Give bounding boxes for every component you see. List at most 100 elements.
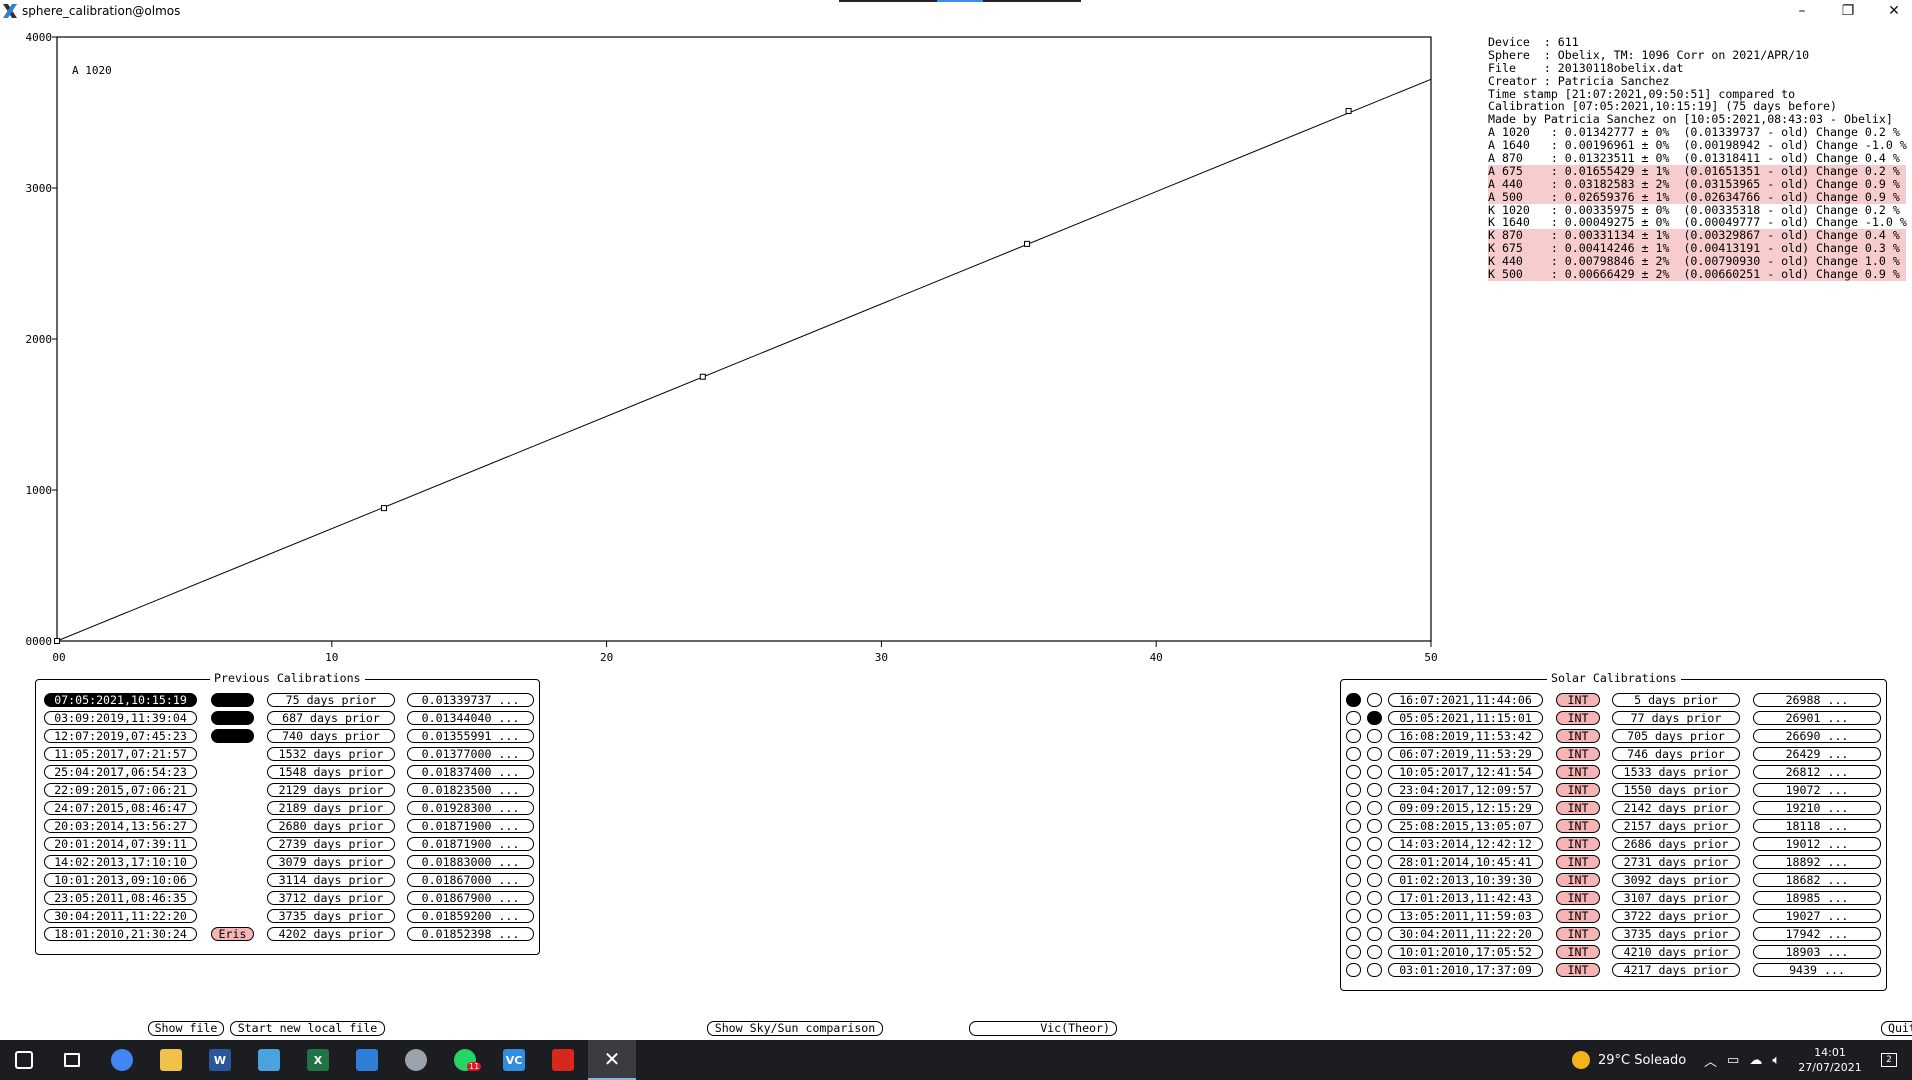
task-view-icon[interactable]	[48, 1040, 96, 1080]
solar-calibration-value[interactable]: 19072 ...	[1753, 783, 1881, 797]
solar-select-b-radio[interactable]	[1367, 927, 1382, 941]
system-tray[interactable]: ︿ ▭ ☁ 🔈︎	[1704, 1040, 1780, 1080]
previous-calibration-tag[interactable]: Eris	[211, 927, 254, 941]
solar-select-b-radio[interactable]	[1367, 747, 1382, 761]
solar-calibration-type[interactable]: INT	[1556, 819, 1600, 833]
solar-calibration-date[interactable]: 06:07:2019,11:53:29	[1388, 747, 1543, 761]
solar-select-a-radio[interactable]	[1346, 747, 1361, 761]
previous-calibration-value[interactable]: 0.01871900 ...	[407, 837, 534, 851]
solar-calibration-date[interactable]: 10:05:2017,12:41:54	[1388, 765, 1543, 779]
solar-calibration-type[interactable]: INT	[1556, 837, 1600, 851]
solar-select-a-radio[interactable]	[1346, 693, 1361, 707]
solar-select-a-radio[interactable]	[1346, 909, 1361, 923]
previous-calibration-value[interactable]: 0.01852398 ...	[407, 927, 534, 941]
cloud-icon[interactable]: ☁	[1749, 1053, 1762, 1068]
solar-calibration-date[interactable]: 03:01:2010,17:37:09	[1388, 963, 1543, 977]
solar-select-b-radio[interactable]	[1367, 801, 1382, 815]
solar-calibration-type[interactable]: INT	[1556, 783, 1600, 797]
solar-select-b-radio[interactable]	[1367, 819, 1382, 833]
solar-select-b-radio[interactable]	[1367, 945, 1382, 959]
image-app-icon[interactable]	[245, 1040, 293, 1080]
solar-calibration-type[interactable]: INT	[1556, 855, 1600, 869]
close-button[interactable]: ✕	[1872, 0, 1912, 22]
previous-calibration-value[interactable]: 0.01867900 ...	[407, 891, 534, 905]
previous-calibration-value[interactable]: 0.01377000 ...	[407, 747, 534, 761]
volume-icon[interactable]: 🔈︎	[1772, 1053, 1780, 1068]
solar-select-a-radio[interactable]	[1346, 855, 1361, 869]
start-new-local-file-button[interactable]: Start new local file	[230, 1021, 385, 1036]
previous-calibration-value[interactable]: 0.01859200 ...	[407, 909, 534, 923]
solar-select-b-radio[interactable]	[1367, 693, 1382, 707]
solar-calibration-value[interactable]: 18985 ...	[1753, 891, 1881, 905]
solar-select-a-radio[interactable]	[1346, 729, 1361, 743]
solar-calibration-value[interactable]: 26812 ...	[1753, 765, 1881, 779]
previous-calibration-date[interactable]: 12:07:2019,07:45:23	[44, 729, 197, 743]
solar-select-a-radio[interactable]	[1346, 765, 1361, 779]
solar-select-a-radio[interactable]	[1346, 711, 1361, 725]
solar-select-b-radio[interactable]	[1367, 765, 1382, 779]
previous-calibration-date[interactable]: 23:05:2011,08:46:35	[44, 891, 197, 905]
start-icon[interactable]	[0, 1040, 48, 1080]
previous-calibration-date[interactable]: 03:09:2019,11:39:04	[44, 711, 197, 725]
solar-calibration-value[interactable]: 19210 ...	[1753, 801, 1881, 815]
excel-icon[interactable]: X	[294, 1040, 342, 1080]
previous-calibration-date[interactable]: 25:04:2017,06:54:23	[44, 765, 197, 779]
chrome-icon[interactable]	[98, 1040, 146, 1080]
solar-calibration-date[interactable]: 28:01:2014,10:45:41	[1388, 855, 1543, 869]
solar-select-a-radio[interactable]	[1346, 963, 1361, 977]
solar-calibration-date[interactable]: 09:09:2015,12:15:29	[1388, 801, 1543, 815]
solar-calibration-value[interactable]: 18682 ...	[1753, 873, 1881, 887]
solar-select-b-radio[interactable]	[1367, 783, 1382, 797]
solar-select-a-radio[interactable]	[1346, 819, 1361, 833]
acrobat-icon[interactable]	[539, 1040, 587, 1080]
solar-select-a-radio[interactable]	[1346, 873, 1361, 887]
solar-calibration-value[interactable]: 26901 ...	[1753, 711, 1881, 725]
solar-calibration-date[interactable]: 13:05:2011,11:59:03	[1388, 909, 1543, 923]
previous-calibration-date[interactable]: 11:05:2017,07:21:57	[44, 747, 197, 761]
previous-calibration-value[interactable]: 0.01837400 ...	[407, 765, 534, 779]
solar-select-a-radio[interactable]	[1346, 945, 1361, 959]
solar-calibration-type[interactable]: INT	[1556, 963, 1600, 977]
solar-calibration-value[interactable]: 26690 ...	[1753, 729, 1881, 743]
weather-widget[interactable]: 29°C Soleado	[1572, 1040, 1686, 1080]
previous-calibration-value[interactable]: 0.01355991 ...	[407, 729, 534, 743]
clock[interactable]: 14:01 27/07/2021	[1798, 1040, 1862, 1080]
solar-calibration-type[interactable]: INT	[1556, 729, 1600, 743]
solar-calibration-date[interactable]: 10:01:2010,17:05:52	[1388, 945, 1543, 959]
solar-calibration-date[interactable]: 17:01:2013,11:42:43	[1388, 891, 1543, 905]
solar-calibration-date[interactable]: 01:02:2013,10:39:30	[1388, 873, 1543, 887]
file-explorer-icon[interactable]	[147, 1040, 195, 1080]
solar-select-b-radio[interactable]	[1367, 855, 1382, 869]
previous-calibration-date[interactable]: 24:07:2015,08:46:47	[44, 801, 197, 815]
previous-calibration-date[interactable]: 07:05:2021,10:15:19	[44, 693, 197, 707]
solar-calibration-date[interactable]: 30:04:2011,11:22:20	[1388, 927, 1543, 941]
previous-calibration-date[interactable]: 20:03:2014,13:56:27	[44, 819, 197, 833]
previous-calibration-tag[interactable]	[211, 711, 254, 725]
solar-calibration-type[interactable]: INT	[1556, 873, 1600, 887]
solar-calibration-value[interactable]: 26988 ...	[1753, 693, 1881, 707]
solar-select-a-radio[interactable]	[1346, 837, 1361, 851]
solar-calibration-value[interactable]: 17942 ...	[1753, 927, 1881, 941]
previous-calibration-value[interactable]: 0.01823500 ...	[407, 783, 534, 797]
photos-icon[interactable]	[343, 1040, 391, 1080]
previous-calibration-value[interactable]: 0.01867000 ...	[407, 873, 534, 887]
chevron-up-icon[interactable]: ︿	[1704, 1051, 1717, 1070]
previous-calibration-value[interactable]: 0.01883000 ...	[407, 855, 534, 869]
solar-calibration-date[interactable]: 14:03:2014,12:42:12	[1388, 837, 1543, 851]
solar-calibration-type[interactable]: INT	[1556, 945, 1600, 959]
solar-calibration-type[interactable]: INT	[1556, 927, 1600, 941]
previous-calibration-date[interactable]: 18:01:2010,21:30:24	[44, 927, 197, 941]
solar-select-a-radio[interactable]	[1346, 801, 1361, 815]
solar-calibration-type[interactable]: INT	[1556, 765, 1600, 779]
previous-calibration-value[interactable]: 0.01928300 ...	[407, 801, 534, 815]
solar-select-b-radio[interactable]	[1367, 909, 1382, 923]
solar-calibration-value[interactable]: 19027 ...	[1753, 909, 1881, 923]
previous-calibration-tag[interactable]	[211, 729, 254, 743]
solar-calibration-type[interactable]: INT	[1556, 747, 1600, 761]
show-sky-sun-comparison-button[interactable]: Show Sky/Sun comparison	[707, 1021, 883, 1036]
x-server-icon[interactable]: ✕	[588, 1040, 636, 1080]
solar-calibration-type[interactable]: INT	[1556, 891, 1600, 905]
notification-button[interactable]: 2	[1874, 1040, 1904, 1080]
solar-calibration-value[interactable]: 18892 ...	[1753, 855, 1881, 869]
solar-calibration-value[interactable]: 18118 ...	[1753, 819, 1881, 833]
